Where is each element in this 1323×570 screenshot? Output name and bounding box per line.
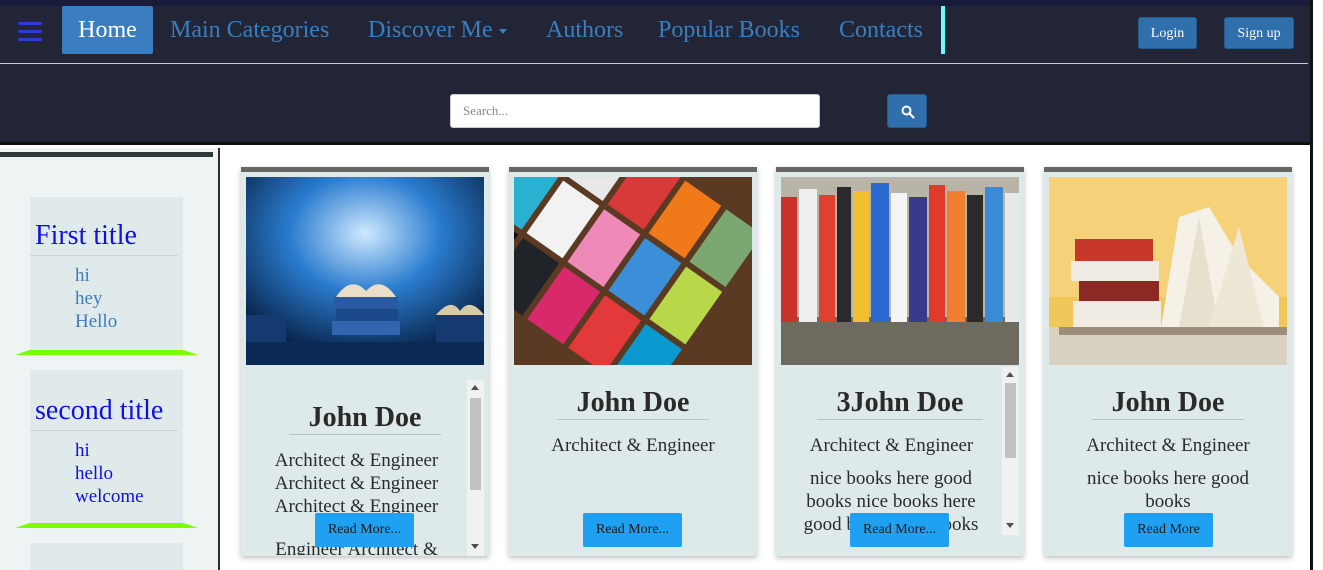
header-divider bbox=[0, 63, 1308, 64]
search-button[interactable] bbox=[887, 94, 927, 128]
read-more-button[interactable]: Read More... bbox=[315, 513, 414, 547]
book-card: John Doe Architect & Engineer nice books… bbox=[1044, 167, 1292, 556]
search-icon bbox=[901, 105, 915, 119]
hamburger-icon[interactable] bbox=[18, 22, 42, 42]
card-author-name: 3John Doe bbox=[776, 387, 1024, 420]
login-button[interactable]: Login bbox=[1138, 17, 1197, 49]
sidebar-block-1-title: First title bbox=[30, 197, 178, 256]
sidebar-block-2-list: hi hello welcome bbox=[30, 431, 183, 508]
book-card: 3John Doe Architect & Engineer nice book… bbox=[776, 167, 1024, 556]
read-more-button[interactable]: Read More... bbox=[583, 513, 682, 547]
sidebar-top-line bbox=[0, 152, 213, 157]
sidebar-link[interactable]: hello bbox=[75, 462, 183, 485]
sidebar-block-2-title: second title bbox=[30, 370, 178, 431]
card-scrollbar[interactable] bbox=[467, 380, 484, 556]
card-role-line: Architect & Engineer bbox=[274, 473, 439, 494]
card-image-book-covers bbox=[514, 177, 752, 365]
nav-contacts[interactable]: Contacts bbox=[839, 6, 923, 54]
nav-popular-books[interactable]: Popular Books bbox=[658, 6, 800, 54]
scroll-down-arrow[interactable] bbox=[471, 544, 479, 549]
sidebar-block-1-list: hi hey Hello bbox=[30, 256, 183, 333]
card-image-book-shelf bbox=[781, 177, 1019, 365]
book-card: John Doe Architect & Engineer Read More.… bbox=[509, 167, 757, 556]
scroll-thumb[interactable] bbox=[470, 398, 481, 490]
card-role: Architect & Engineer bbox=[551, 435, 715, 456]
sidebar-block-2: second title hi hello welcome bbox=[30, 370, 183, 523]
nav-main-categories[interactable]: Main Categories bbox=[170, 6, 329, 54]
nav-discover-me-label: Discover Me bbox=[368, 17, 493, 43]
scroll-down-arrow[interactable] bbox=[1006, 523, 1014, 528]
signup-button[interactable]: Sign up bbox=[1224, 17, 1294, 49]
sidebar-block-3 bbox=[30, 543, 183, 570]
card-author-name: John Doe bbox=[241, 402, 489, 435]
sidebar-link[interactable]: Hello bbox=[75, 310, 183, 333]
card-role: Architect & Engineer Architect & Enginee… bbox=[241, 449, 489, 518]
card-scrollbar[interactable] bbox=[1002, 367, 1019, 535]
book-card: John Doe Architect & Engineer Architect … bbox=[241, 167, 489, 556]
caret-down-icon bbox=[498, 28, 507, 34]
read-more-button[interactable]: Read More bbox=[1124, 513, 1213, 547]
nav-accent-bar bbox=[941, 6, 945, 54]
card-role: Architect & Engineer bbox=[1086, 435, 1250, 456]
scroll-up-arrow[interactable] bbox=[471, 385, 479, 390]
search-input[interactable] bbox=[450, 94, 820, 128]
card-author-name: John Doe bbox=[1044, 387, 1292, 420]
sidebar-link[interactable]: welcome bbox=[75, 485, 183, 508]
card-description: nice books here good books bbox=[1087, 468, 1249, 512]
window-right-border bbox=[1310, 0, 1313, 570]
sidebar-separator bbox=[15, 350, 198, 355]
sidebar-link[interactable]: hi bbox=[75, 439, 183, 462]
nav-home[interactable]: Home bbox=[62, 6, 153, 54]
card-role-line: Architect & Engineer bbox=[274, 450, 439, 471]
scroll-thumb[interactable] bbox=[1005, 383, 1016, 458]
sidebar-link[interactable]: hey bbox=[75, 287, 183, 310]
sidebar-link[interactable]: hi bbox=[75, 264, 183, 287]
card-author-name: John Doe bbox=[509, 387, 757, 420]
scroll-up-arrow[interactable] bbox=[1006, 372, 1014, 377]
read-more-button[interactable]: Read More... bbox=[850, 513, 949, 547]
nav-authors[interactable]: Authors bbox=[546, 6, 623, 54]
nav-discover-me[interactable]: Discover Me bbox=[368, 6, 507, 54]
sidebar-block-1: First title hi hey Hello bbox=[30, 197, 183, 350]
card-image-digital-books bbox=[246, 177, 484, 365]
sidebar-separator bbox=[15, 523, 198, 528]
card-image-open-book bbox=[1049, 177, 1287, 365]
card-role: Architect & Engineer bbox=[809, 435, 974, 456]
